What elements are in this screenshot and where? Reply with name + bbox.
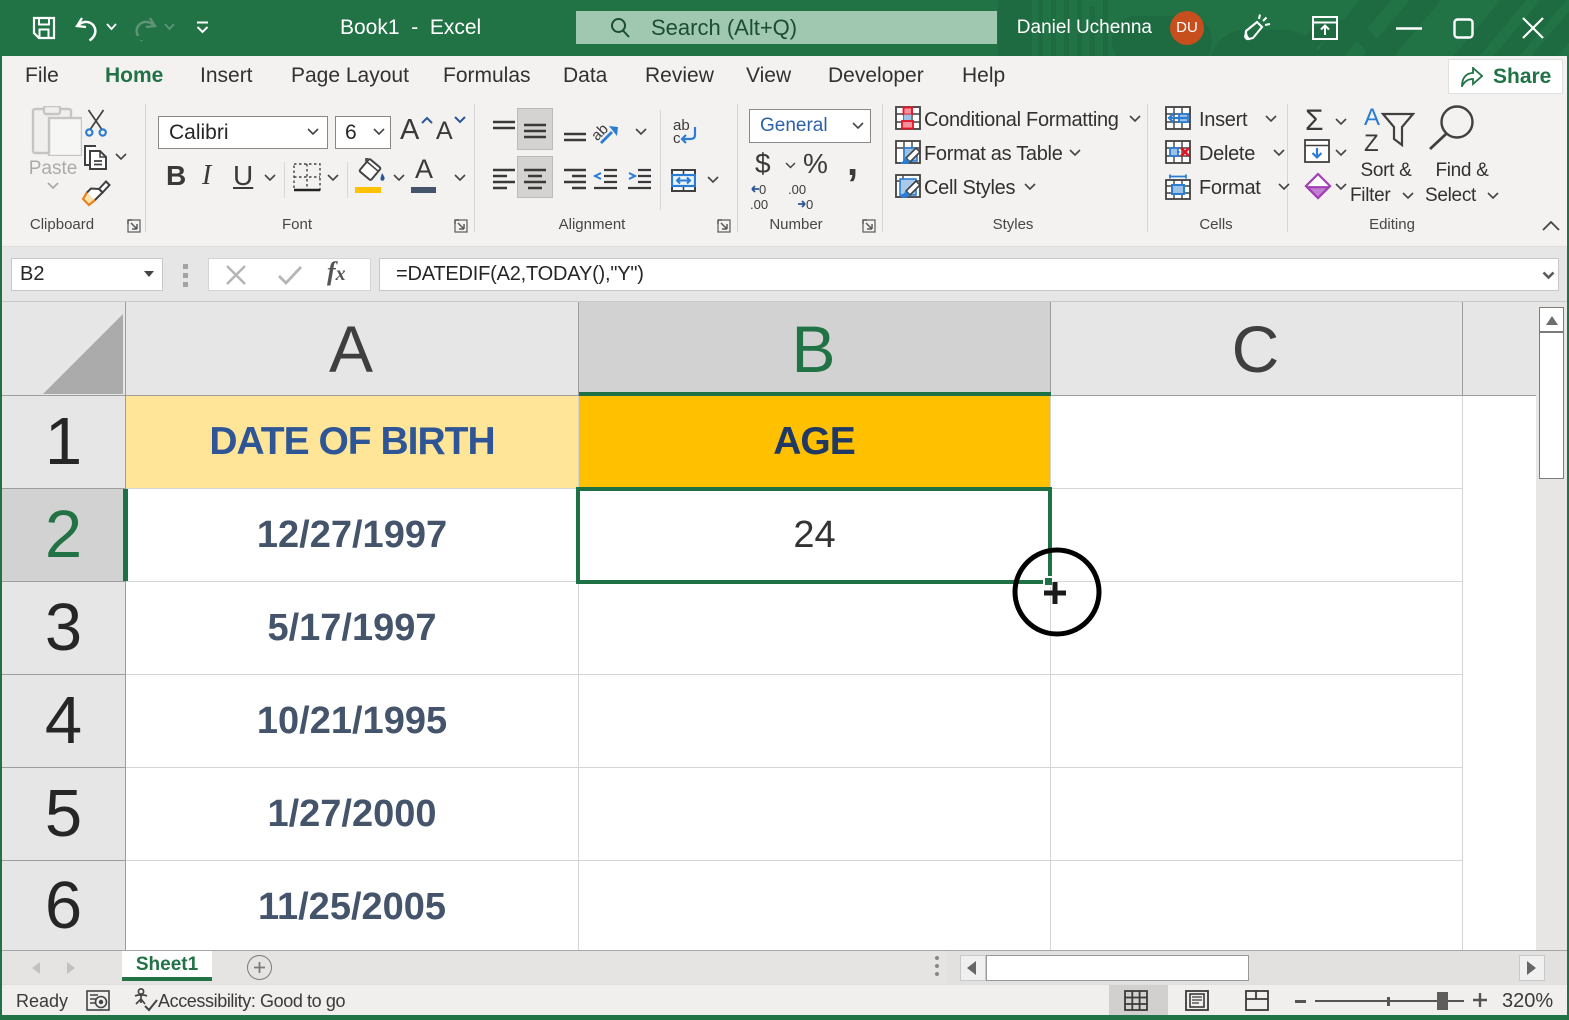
svg-text:0: 0 [806,197,813,212]
svg-text:.00: .00 [788,182,806,197]
svg-text:.00: .00 [750,197,768,212]
svg-text:0: 0 [759,182,766,197]
svg-text:c: c [673,130,681,145]
